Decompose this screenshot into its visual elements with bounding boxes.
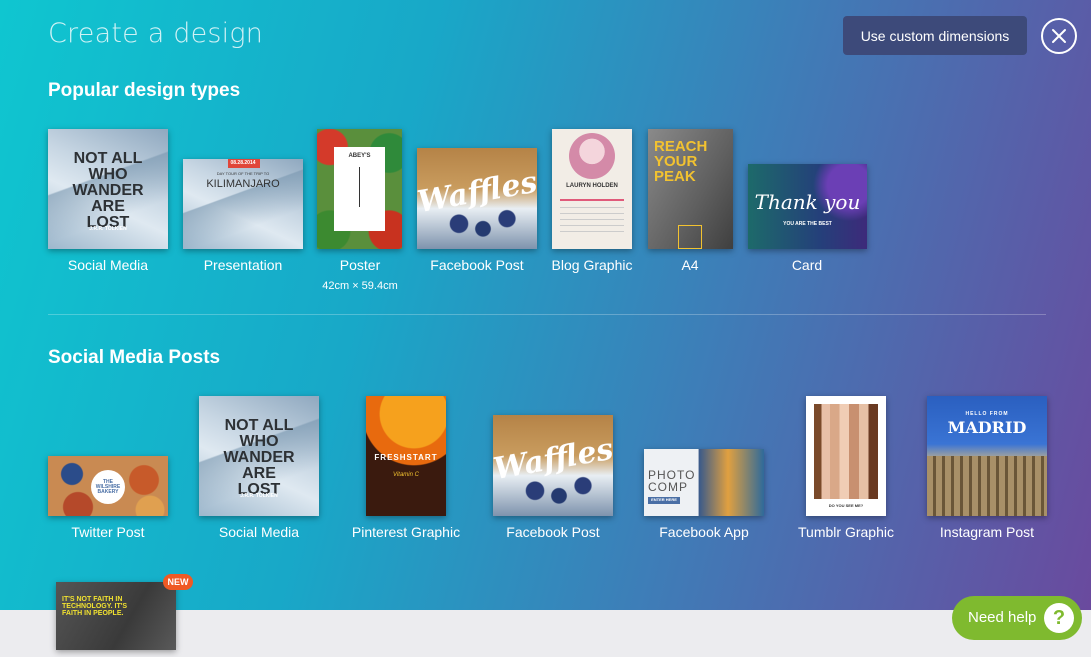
thumb-text: FRESHSTART xyxy=(374,453,438,462)
tile-label: Tumblr Graphic xyxy=(798,524,894,540)
thumb-text: LAURYN HOLDEN xyxy=(566,183,618,189)
question-mark-icon: ? xyxy=(1044,603,1074,633)
tile-label: Blog Graphic xyxy=(551,257,633,273)
presentation-thumbnail: 08.28.2014 DAY TOUR OF THE TRIP TO KILIM… xyxy=(183,159,303,249)
thumb-sub: J.R.R. TOLKIEN xyxy=(240,493,278,499)
close-button[interactable] xyxy=(1041,18,1077,54)
need-help-label: Need help xyxy=(968,609,1037,626)
thumb-sub: J.R.R. TOLKIEN xyxy=(89,226,127,232)
thumb-text: MADRID xyxy=(947,418,1027,437)
tile-label: A4 xyxy=(681,257,699,273)
tile-label: Instagram Post xyxy=(939,524,1035,540)
thumb-text: PHOTO COMP xyxy=(648,468,696,494)
tile-sub-dimensions: 42cm × 59.4cm xyxy=(322,280,398,292)
facebook-post-thumbnail: Waffles xyxy=(493,415,613,516)
custom-dimensions-label: Use custom dimensions xyxy=(860,27,1010,44)
thumb-text: IT'S NOT FAITH IN TECHNOLOGY. IT'S FAITH… xyxy=(62,596,128,617)
thumb-text: NOT ALL WHO WANDER ARE LOST xyxy=(223,417,295,498)
close-icon xyxy=(1052,29,1066,43)
tile-label: Social Media xyxy=(67,257,149,273)
thumb-text: ABEY'S xyxy=(348,153,371,159)
thumb-sub: DO YOU SEE ME? xyxy=(828,503,864,508)
facebook-app-thumbnail: PHOTO COMP ENTER HERE xyxy=(644,449,764,516)
thumb-sub: HELLO FROM xyxy=(965,411,1009,417)
section-divider xyxy=(48,314,1046,315)
instagram-post-thumbnail: HELLO FROM MADRID xyxy=(927,396,1047,516)
tile-label: Poster xyxy=(339,257,381,273)
twitter-post-thumbnail: THE WILSHIRE BAKERY xyxy=(48,456,168,516)
thumb-text: REACH YOUR PEAK xyxy=(654,138,708,185)
thumb-text: KILIMANJARO xyxy=(206,178,280,190)
tile-label: Facebook Post xyxy=(430,257,524,273)
thumb-text: Waffles xyxy=(417,164,537,221)
thumb-sub: Vitamin C xyxy=(393,472,419,478)
thumb-text: NOT ALL WHO WANDER ARE LOST xyxy=(72,150,144,231)
a4-thumbnail: REACH YOUR PEAK xyxy=(648,129,733,249)
thumb-date: 08.28.2014 xyxy=(230,160,256,166)
tile-label: Twitter Post xyxy=(71,524,145,540)
need-help-button[interactable]: Need help ? xyxy=(952,596,1082,640)
blog-graphic-thumbnail: LAURYN HOLDEN xyxy=(552,129,632,249)
new-badge: NEW xyxy=(163,574,193,590)
tile-label: Facebook App xyxy=(659,524,749,540)
social-media-thumbnail: NOT ALL WHO WANDER ARE LOST J.R.R. TOLKI… xyxy=(48,129,168,249)
poster-thumbnail: ABEY'S xyxy=(317,129,402,249)
tile-label: Pinterest Graphic xyxy=(351,524,461,540)
thumb-text: THE WILSHIRE BAKERY xyxy=(95,479,121,495)
popular-design-types-heading: Popular design types xyxy=(48,80,241,101)
thumb-sub: ENTER HERE xyxy=(651,497,677,502)
thumb-text: Thank you xyxy=(754,190,861,214)
social-media-posts-heading: Social Media Posts xyxy=(48,347,221,368)
thumb-text: Waffles xyxy=(493,431,613,488)
thumb-sub: DAY TOUR OF THE TRIP TO xyxy=(216,171,270,176)
use-custom-dimensions-button[interactable]: Use custom dimensions xyxy=(843,16,1027,55)
tile-label: Facebook Post xyxy=(506,524,600,540)
pinterest-graphic-thumbnail: FRESHSTART Vitamin C xyxy=(366,396,446,516)
thumb-sub: YOU ARE THE BEST xyxy=(783,221,832,227)
tile-label: Presentation xyxy=(203,257,283,273)
facebook-post-thumbnail: Waffles xyxy=(417,148,537,249)
tile-label: Card xyxy=(791,257,823,273)
tile-label: Social Media xyxy=(218,524,300,540)
card-thumbnail: Thank you YOU ARE THE BEST xyxy=(748,164,867,249)
tumblr-graphic-thumbnail: DO YOU SEE ME? xyxy=(806,396,886,516)
social-media-thumbnail: NOT ALL WHO WANDER ARE LOST J.R.R. TOLKI… xyxy=(199,396,319,516)
new-template-thumbnail: IT'S NOT FAITH IN TECHNOLOGY. IT'S FAITH… xyxy=(56,582,176,650)
page-title: Create a design xyxy=(48,18,264,49)
